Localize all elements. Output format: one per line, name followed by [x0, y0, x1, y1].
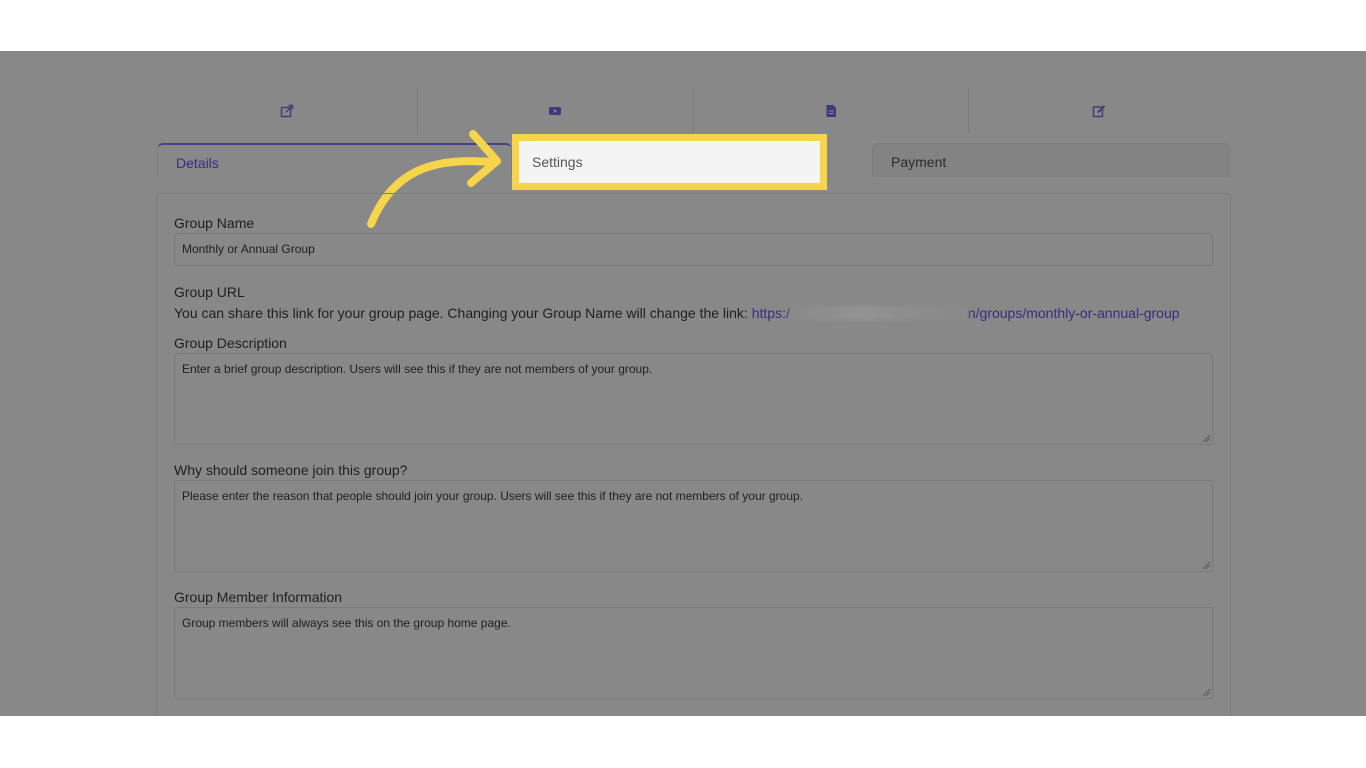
member-info-textarea[interactable]: Group members will always see this on th… — [174, 607, 1213, 699]
edit-button[interactable] — [969, 88, 1230, 134]
why-join-placeholder: Please enter the reason that people shou… — [182, 489, 804, 503]
bottom-margin — [0, 716, 1366, 768]
redacted-domain — [789, 306, 968, 320]
action-icon-row — [157, 88, 1230, 134]
group-name-input[interactable]: Monthly or Annual Group — [174, 233, 1213, 266]
document-icon — [826, 105, 836, 117]
member-info-placeholder: Group members will always see this on th… — [182, 616, 511, 630]
resize-handle-icon[interactable] — [1203, 435, 1210, 442]
group-url-help: You can share this link for your group p… — [174, 305, 1180, 321]
document-button[interactable] — [694, 88, 969, 134]
edit-icon — [1093, 105, 1106, 118]
group-url-link-start: https:/ — [751, 305, 790, 321]
why-join-textarea[interactable]: Please enter the reason that people shou… — [174, 480, 1213, 572]
group-url-label: Group URL — [174, 284, 245, 300]
group-name-label: Group Name — [174, 215, 255, 231]
why-join-label: Why should someone join this group? — [174, 462, 408, 478]
highlight-settings-tab[interactable]: Settings — [512, 134, 827, 190]
resize-handle-icon[interactable] — [1203, 689, 1210, 696]
video-icon — [549, 107, 562, 115]
group-description-placeholder: Enter a brief group description. Users w… — [182, 362, 653, 376]
group-url-link-end: n/groups/monthly-or-annual-group — [967, 305, 1180, 321]
resize-handle-icon[interactable] — [1203, 562, 1210, 569]
group-url-link[interactable]: https:/ n/groups/monthly-or-annual-group — [752, 305, 1180, 321]
external-link-icon — [280, 104, 294, 118]
group-url-help-text: You can share this link for your group p… — [174, 305, 748, 321]
member-info-label: Group Member Information — [174, 589, 343, 605]
tab-payment[interactable]: Payment — [872, 143, 1230, 177]
settings-tab-label: Settings — [532, 154, 583, 170]
group-description-label: Group Description — [174, 335, 287, 351]
group-description-textarea[interactable]: Enter a brief group description. Users w… — [174, 353, 1213, 445]
